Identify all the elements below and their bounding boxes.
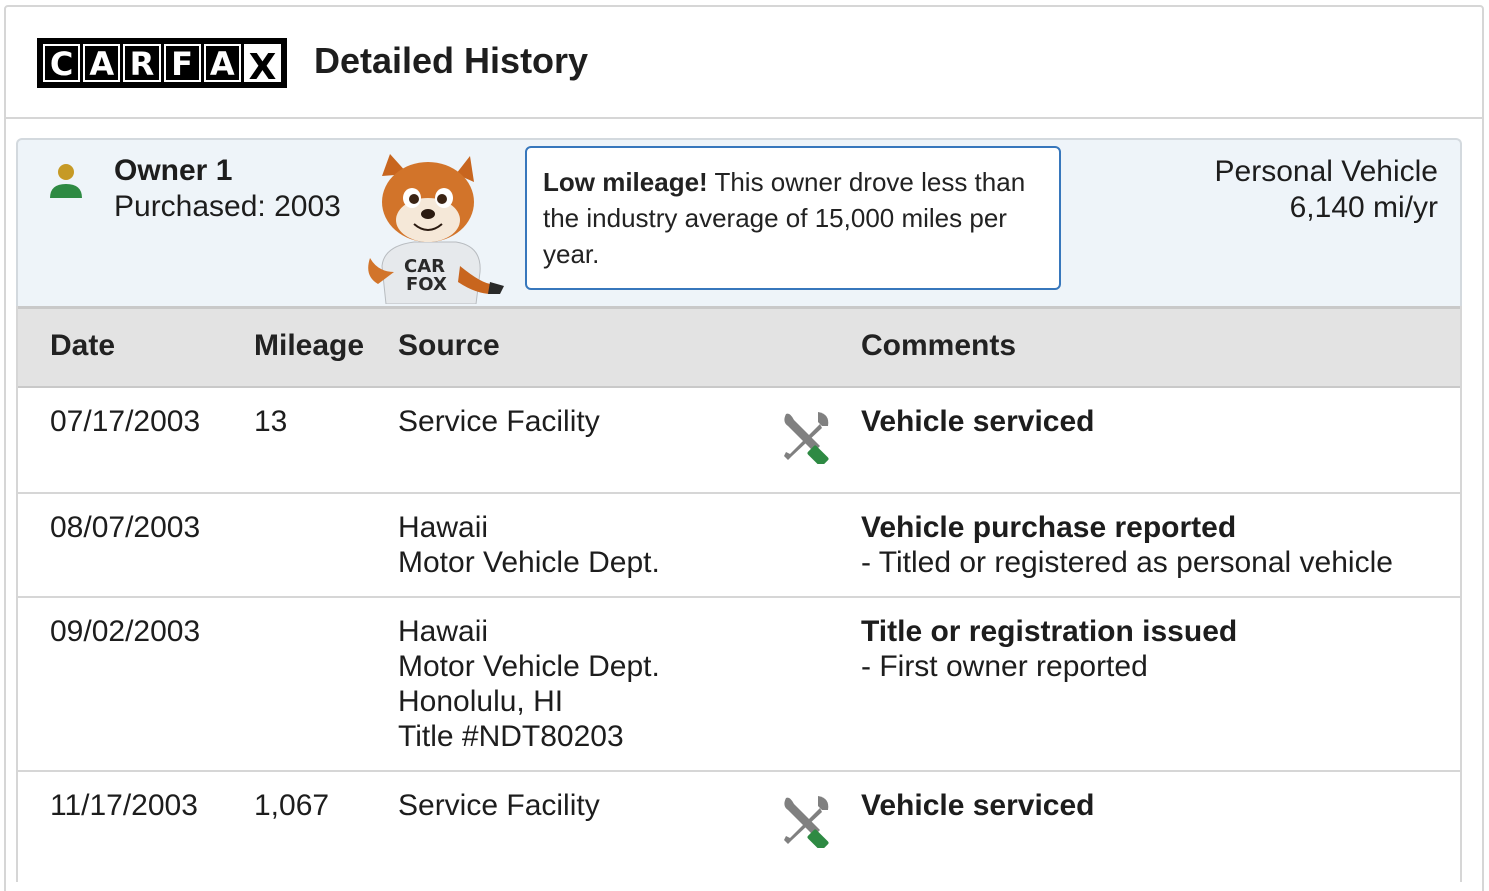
- service-tools-icon: [784, 796, 829, 848]
- logo-letter-a2: A: [203, 44, 241, 82]
- row-source: Hawaii Motor Vehicle Dept.: [398, 510, 660, 580]
- row-mileage: 1,067: [254, 789, 330, 822]
- source-line: Motor Vehicle Dept.: [398, 546, 660, 579]
- header-mileage: Mileage: [254, 329, 365, 362]
- source-line: Service Facility: [398, 405, 600, 438]
- comment-title: Vehicle serviced: [861, 789, 1095, 822]
- source-line: Hawaii: [398, 511, 489, 544]
- row-date: 07/17/2003: [50, 405, 201, 438]
- table-row: 11/17/2003 1,067 Service Facility Vehicl…: [18, 772, 1460, 882]
- header-comments: Comments: [861, 329, 1017, 362]
- history-table: Date Mileage Source Comments 07/17/2003 …: [16, 306, 1462, 882]
- source-line: Title #NDT80203: [398, 720, 624, 753]
- comment-title: Vehicle purchase reported: [861, 511, 1237, 544]
- source-line: Service Facility: [398, 789, 600, 822]
- owner-summary-panel: Owner 1 Purchased: 2003 CAR FOX Low mile…: [16, 138, 1462, 306]
- owner-name: Owner 1: [114, 154, 233, 187]
- svg-text:FOX: FOX: [406, 274, 447, 295]
- row-date: 08/07/2003: [50, 511, 201, 544]
- row-comment: Vehicle purchase reported - Titled or re…: [861, 510, 1393, 580]
- logo-letter-x: X: [243, 44, 282, 88]
- owner-purchased: Purchased: 2003: [114, 190, 341, 223]
- row-source: Hawaii Motor Vehicle Dept. Honolulu, HI …: [398, 614, 660, 754]
- source-line: Motor Vehicle Dept.: [398, 650, 660, 683]
- header-date: Date: [50, 329, 116, 362]
- row-comment: Vehicle serviced: [861, 404, 1095, 439]
- row-mileage: 13: [254, 405, 288, 438]
- row-source: Service Facility: [398, 404, 600, 439]
- table-row: 09/02/2003 Hawaii Motor Vehicle Dept. Ho…: [18, 598, 1460, 772]
- logo-letter-f: F: [163, 44, 201, 82]
- comment-detail: - First owner reported: [861, 650, 1148, 683]
- source-line: Hawaii: [398, 615, 489, 648]
- vehicle-type: Personal Vehicle: [1214, 155, 1438, 188]
- mileage-per-year: 6,140 mi/yr: [1289, 191, 1438, 224]
- logo-letter-a: A: [83, 44, 121, 82]
- low-mileage-tip: Low mileage! This owner drove less than …: [525, 146, 1061, 290]
- history-header: C A R F A X Detailed History: [6, 7, 1482, 119]
- carfox-mascot-icon: CAR FOX: [368, 154, 504, 304]
- row-source: Service Facility: [398, 788, 600, 823]
- logo-letter-r: R: [123, 44, 161, 82]
- row-date: 09/02/2003: [50, 615, 201, 648]
- service-tools-icon: [784, 412, 829, 464]
- row-date: 11/17/2003: [50, 789, 198, 822]
- header-source: Source: [398, 329, 500, 362]
- tip-headline: Low mileage!: [543, 167, 708, 197]
- person-icon: [50, 164, 82, 198]
- source-line: Honolulu, HI: [398, 685, 564, 718]
- table-row: 08/07/2003 Hawaii Motor Vehicle Dept. Ve…: [18, 494, 1460, 598]
- comment-title: Title or registration issued: [861, 615, 1238, 648]
- row-comment: Vehicle serviced: [861, 788, 1095, 823]
- table-header-row: Date Mileage Source Comments: [18, 306, 1460, 388]
- vehicle-usage: Personal Vehicle 6,140 mi/yr: [1215, 154, 1438, 226]
- carfax-logo: C A R F A X: [37, 38, 287, 88]
- logo-letter-c: C: [43, 44, 81, 82]
- comment-detail: - Titled or registered as personal vehic…: [861, 546, 1393, 579]
- page-title: Detailed History: [314, 40, 589, 81]
- comment-title: Vehicle serviced: [861, 405, 1095, 438]
- row-comment: Title or registration issued - First own…: [861, 614, 1237, 684]
- table-row: 07/17/2003 13 Service Facility Vehicle s…: [18, 388, 1460, 494]
